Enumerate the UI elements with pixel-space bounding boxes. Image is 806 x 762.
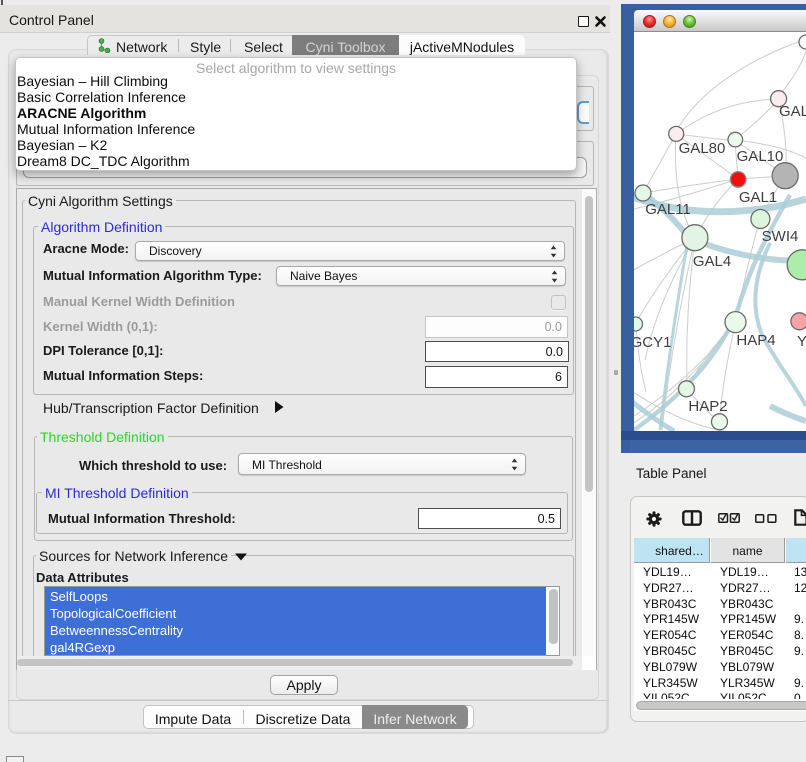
svg-text:GAL2: GAL2 [779, 103, 806, 120]
svg-text:GAL10: GAL10 [737, 148, 784, 165]
svg-text:SWI4: SWI4 [762, 228, 799, 245]
svg-text:HAP2: HAP2 [688, 398, 727, 415]
svg-text:GAL1: GAL1 [739, 189, 777, 206]
svg-text:GCY1: GCY1 [634, 334, 671, 351]
svg-text:GAL80: GAL80 [679, 140, 726, 157]
svg-text:YJ: YJ [797, 333, 806, 350]
svg-text:GAL11: GAL11 [645, 201, 691, 218]
svg-text:GAL4: GAL4 [693, 253, 731, 270]
svg-text:HAP4: HAP4 [736, 332, 775, 349]
